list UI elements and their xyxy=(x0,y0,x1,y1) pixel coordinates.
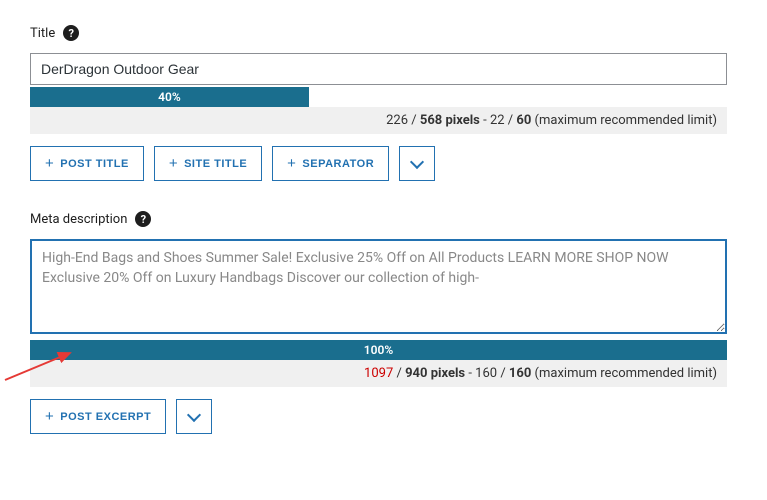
separator-button[interactable]: + SEPARATOR xyxy=(272,146,389,181)
meta-label-row: Meta description ? xyxy=(30,211,737,227)
chevron-down-icon xyxy=(410,154,424,168)
more-options-button[interactable] xyxy=(399,146,435,181)
meta-pixels-current: 1097 xyxy=(364,366,393,381)
post-title-button[interactable]: + POST TITLE xyxy=(30,146,144,181)
stats-sep: / xyxy=(411,113,420,128)
title-button-row: + POST TITLE + SITE TITLE + SEPARATOR xyxy=(30,146,737,181)
title-input[interactable] xyxy=(30,53,727,85)
stats-sep2: / xyxy=(500,366,509,381)
stats-unit: pixels xyxy=(445,113,479,128)
help-icon[interactable]: ? xyxy=(63,25,79,41)
title-label-row: Title ? xyxy=(30,25,737,41)
meta-progress-container: 100% xyxy=(30,340,727,360)
plus-icon: + xyxy=(169,155,178,172)
title-progress-bar: 40% xyxy=(30,87,727,107)
meta-pixels-max: 940 xyxy=(405,366,427,381)
meta-chars-max: 160 xyxy=(509,366,531,381)
site-title-label: SITE TITLE xyxy=(184,158,247,170)
title-chars-max: 60 xyxy=(516,113,531,128)
stats-dash: - xyxy=(483,113,490,128)
stats-unit: pixels xyxy=(431,366,465,381)
title-pixels-current: 226 xyxy=(386,113,408,128)
title-progress-fill: 40% xyxy=(30,87,309,107)
meta-stats-suffix: (maximum recommended limit) xyxy=(535,366,717,381)
meta-progress-bar: 100% xyxy=(30,340,727,360)
meta-description-textarea[interactable] xyxy=(30,239,727,334)
stats-sep: / xyxy=(397,366,406,381)
meta-stats: 1097 / 940 pixels - 160 / 160 (maximum r… xyxy=(30,360,727,387)
meta-progress-fill: 100% xyxy=(30,340,727,360)
title-pixels-max: 568 xyxy=(420,113,442,128)
meta-chars-current: 160 xyxy=(475,366,497,381)
post-excerpt-label: POST EXCERPT xyxy=(60,411,151,423)
title-progress-remainder xyxy=(309,87,727,107)
title-stats-suffix: (maximum recommended limit) xyxy=(535,113,717,128)
plus-icon: + xyxy=(287,155,296,172)
meta-progress-percent: 100% xyxy=(364,343,393,357)
title-label: Title xyxy=(30,26,55,41)
chevron-down-icon xyxy=(187,407,201,421)
meta-description-section: Meta description ? 100% 1097 / 940 pixel… xyxy=(30,211,737,434)
title-stats: 226 / 568 pixels - 22 / 60 (maximum reco… xyxy=(30,107,727,134)
title-chars-current: 22 xyxy=(490,113,505,128)
post-title-label: POST TITLE xyxy=(60,158,129,170)
meta-label: Meta description xyxy=(30,212,127,227)
separator-label: SEPARATOR xyxy=(302,158,374,170)
meta-button-row: + POST EXCERPT xyxy=(30,399,737,434)
more-options-button[interactable] xyxy=(176,399,212,434)
plus-icon: + xyxy=(45,155,54,172)
title-progress-percent: 40% xyxy=(158,90,181,104)
post-excerpt-button[interactable]: + POST EXCERPT xyxy=(30,399,166,434)
title-progress-container: 40% xyxy=(30,87,727,107)
site-title-button[interactable]: + SITE TITLE xyxy=(154,146,262,181)
plus-icon: + xyxy=(45,408,54,425)
title-section: Title ? 40% 226 / 568 pixels - 22 / 60 (… xyxy=(30,25,737,181)
help-icon[interactable]: ? xyxy=(135,211,151,227)
